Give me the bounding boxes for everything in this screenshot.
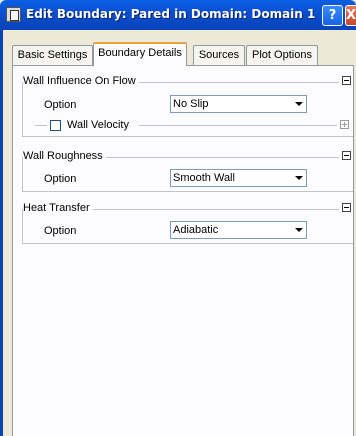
collapse-icon[interactable]: [342, 151, 351, 160]
group-title: Wall Roughness: [23, 150, 106, 162]
divider: [35, 125, 47, 126]
tab-sources[interactable]: Sources: [193, 45, 245, 65]
tab-basic-settings[interactable]: Basic Settings: [12, 45, 93, 65]
group-title: Heat Transfer: [23, 202, 93, 214]
window-title: Edit Boundary: Pared in Domain: Domain 1: [26, 7, 316, 21]
group-header: Wall Roughness: [22, 150, 353, 164]
help-button[interactable]: ?: [322, 5, 343, 26]
wall-influence-option-select[interactable]: No Slip: [170, 95, 307, 113]
heat-transfer-group: Heat Transfer Option Adiabatic: [22, 202, 353, 244]
option-label: Option: [44, 225, 77, 237]
wall-velocity-checkbox[interactable]: [50, 120, 61, 131]
tab-boundary-details[interactable]: Boundary Details: [93, 42, 187, 66]
wall-influence-group: Wall Influence On Flow Option No Slip Wa…: [22, 75, 353, 137]
collapse-icon[interactable]: [342, 203, 351, 212]
group-header: Heat Transfer: [22, 202, 353, 216]
window-border: [0, 30, 3, 436]
wall-roughness-group: Wall Roughness Option Smooth Wall: [22, 150, 353, 192]
heat-transfer-option-select[interactable]: Adiabatic: [170, 221, 307, 239]
divider: [139, 125, 337, 126]
chevron-down-icon[interactable]: [292, 172, 304, 184]
select-value: Smooth Wall: [173, 172, 235, 184]
option-label: Option: [44, 173, 77, 185]
wall-roughness-option-select[interactable]: Smooth Wall: [170, 169, 307, 187]
group-title: Wall Influence On Flow: [23, 75, 139, 87]
chevron-down-icon[interactable]: [292, 224, 304, 236]
option-label: Option: [44, 99, 77, 111]
close-button[interactable]: X: [345, 5, 356, 26]
tab-plot-options[interactable]: Plot Options: [246, 45, 318, 65]
expand-icon[interactable]: [340, 120, 349, 129]
wall-velocity-row: Wall Velocity: [35, 118, 351, 132]
tab-panel: Wall Influence On Flow Option No Slip Wa…: [12, 65, 354, 436]
wall-velocity-label: Wall Velocity: [67, 119, 129, 131]
group-header: Wall Influence On Flow: [22, 75, 353, 89]
select-value: No Slip: [173, 98, 209, 110]
chevron-down-icon[interactable]: [292, 98, 304, 110]
window-icon: [6, 7, 21, 22]
collapse-icon[interactable]: [342, 76, 351, 85]
select-value: Adiabatic: [173, 224, 219, 236]
title-bar[interactable]: Edit Boundary: Pared in Domain: Domain 1…: [0, 0, 356, 30]
